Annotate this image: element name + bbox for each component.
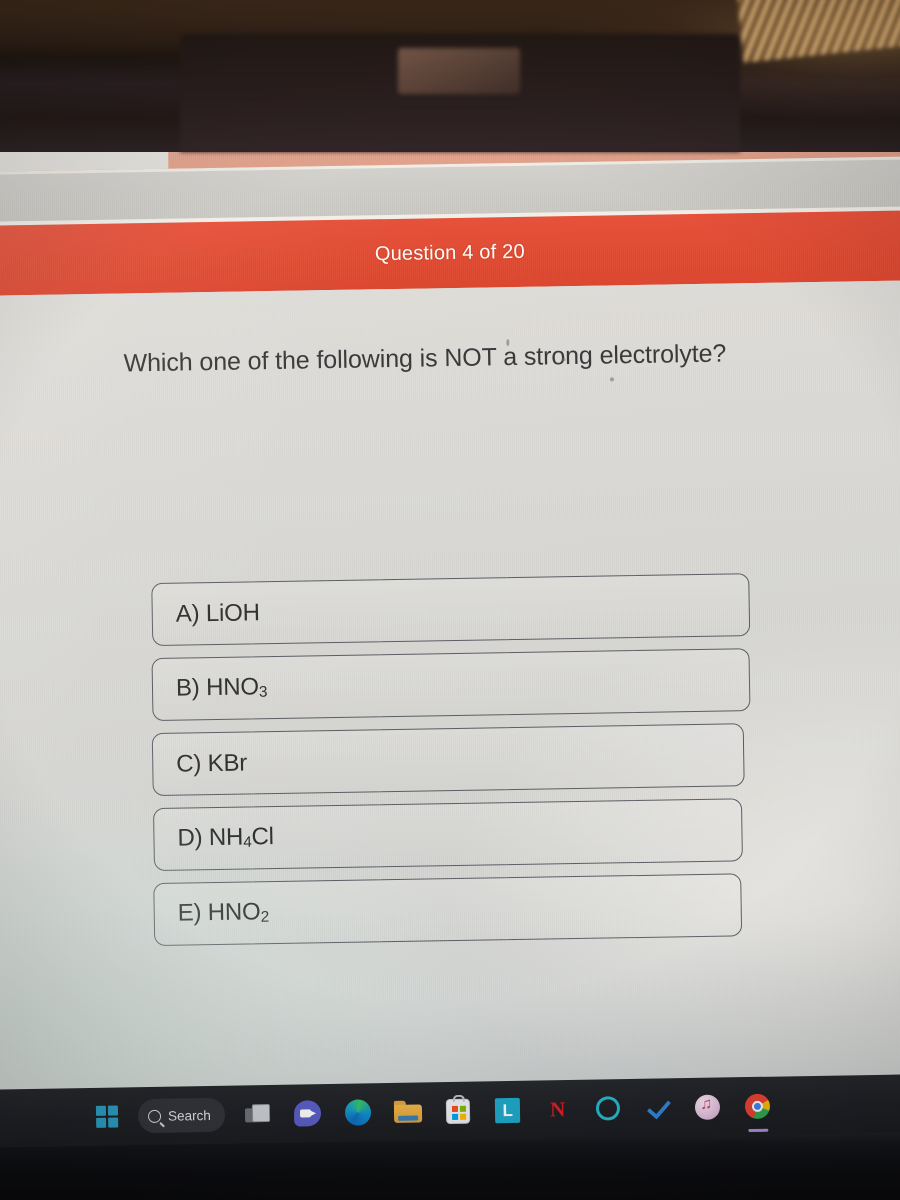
checkmark-icon <box>645 1096 671 1118</box>
quiz-page-body: Which one of the following is NOT a stro… <box>0 279 900 1152</box>
dust-speck <box>561 358 566 362</box>
answer-label-b: B) HNO3 <box>175 673 268 702</box>
edge-icon <box>344 1099 372 1126</box>
taskbar-item-task-view[interactable] <box>232 1091 283 1138</box>
answer-option-a[interactable]: A) LiOH <box>151 573 751 647</box>
taskbar-search-button[interactable]: Search <box>137 1097 226 1134</box>
taskbar-item-teams[interactable] <box>282 1090 333 1137</box>
windows-logo-icon <box>95 1105 119 1128</box>
taskbar-item-itunes[interactable] <box>682 1083 733 1130</box>
question-text: Which one of the following is NOT a stro… <box>123 339 727 378</box>
teams-chat-icon <box>294 1100 322 1127</box>
answer-label-d: D) NH4Cl <box>177 823 274 852</box>
alexa-icon <box>595 1096 620 1121</box>
taskbar-item-microsoft-store[interactable] <box>432 1087 483 1134</box>
taskbar-item-chrome[interactable] <box>732 1082 783 1129</box>
answer-label-e: E) HNO2 <box>177 898 270 927</box>
microsoft-store-icon <box>445 1094 470 1124</box>
itunes-icon <box>695 1094 721 1120</box>
file-explorer-icon <box>393 1100 422 1123</box>
taskbar-item-netflix[interactable]: N <box>532 1086 583 1133</box>
search-label: Search <box>167 1107 211 1124</box>
answer-option-c[interactable]: C) KBr <box>151 723 745 797</box>
answer-label-a: A) LiOH <box>175 598 260 628</box>
answer-option-d[interactable]: D) NH4Cl <box>152 798 743 872</box>
lightshot-icon: L <box>495 1097 521 1123</box>
answer-label-c: C) KBr <box>176 748 248 778</box>
task-view-icon <box>244 1103 271 1124</box>
answer-option-e[interactable]: E) HNO2 <box>153 873 743 947</box>
taskbar-item-lightshot[interactable]: L <box>482 1087 533 1134</box>
netflix-icon: N <box>549 1096 566 1121</box>
start-button[interactable] <box>82 1093 133 1140</box>
answer-options-list: A) LiOH B) HNO3 C) KBr D) NH4Cl E) HNO2 <box>151 573 755 958</box>
answer-option-b[interactable]: B) HNO3 <box>151 648 751 722</box>
chrome-icon <box>745 1093 771 1119</box>
laptop-screen: × + Question 4 of 20 Which one of the fo… <box>0 99 900 1152</box>
search-icon <box>147 1109 162 1123</box>
laptop-photo: × + Question 4 of 20 Which one of the fo… <box>0 0 900 1200</box>
taskbar-item-tasks[interactable] <box>632 1084 683 1131</box>
webcam-reflection <box>398 48 520 94</box>
taskbar-item-edge[interactable] <box>332 1089 383 1136</box>
laptop-top-bezel <box>0 0 900 152</box>
dust-speck <box>506 339 510 347</box>
taskbar-item-alexa[interactable] <box>582 1085 633 1132</box>
dust-speck <box>609 377 614 382</box>
lightshot-letter: L <box>502 1100 514 1120</box>
taskbar-item-file-explorer[interactable] <box>382 1088 433 1135</box>
question-counter: Question 4 of 20 <box>374 240 525 265</box>
